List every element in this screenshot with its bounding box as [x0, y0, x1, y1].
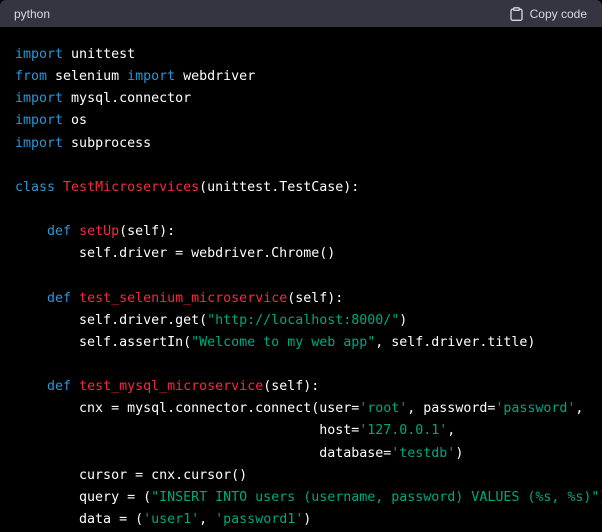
- code-body: import unittest from selenium import webd…: [0, 27, 602, 531]
- code-line: database='testdb'): [15, 443, 602, 465]
- code-text-token: , password=: [407, 401, 496, 417]
- code-text-token: ): [303, 511, 312, 527]
- code-line: def setUp(self):: [15, 221, 602, 243]
- string-token: 'password1': [215, 511, 304, 527]
- code-text-token: mysql.connector: [63, 91, 192, 107]
- code-line: host='127.0.0.1',: [15, 420, 602, 442]
- code-text-token: webdriver: [175, 69, 256, 85]
- keyword-token: from: [15, 69, 48, 85]
- string-token: 'testdb': [391, 445, 456, 461]
- code-text-token: query = (: [15, 489, 152, 505]
- string-token: 'root': [359, 401, 408, 417]
- code-text-token: os: [63, 113, 88, 129]
- function-name-token: test_mysql_microservice: [79, 379, 264, 395]
- code-text-token: data = (: [15, 511, 144, 527]
- function-name-token: test_selenium_microservice: [79, 290, 288, 306]
- keyword-token: class: [15, 179, 56, 195]
- code-text-token: selenium: [47, 69, 128, 85]
- string-token: "Welcome to my web app": [191, 334, 376, 350]
- function-name-token: setUp: [79, 224, 120, 240]
- code-text-token: cursor = cnx.cursor(): [15, 467, 248, 483]
- code-line: import os: [15, 110, 602, 132]
- keyword-token: def: [47, 224, 72, 240]
- code-text-token: (self):: [263, 379, 320, 395]
- code-line: class TestMicroservices(unittest.TestCas…: [15, 177, 602, 199]
- code-text-token: ,: [447, 423, 456, 439]
- code-text-token: host=: [15, 423, 360, 439]
- code-text-token: ,: [575, 401, 584, 417]
- code-text-token: subprocess: [63, 135, 152, 151]
- code-block-header: python Copy code: [0, 0, 602, 27]
- keyword-token: import: [15, 135, 64, 151]
- code-text-token: unittest: [63, 47, 136, 62]
- keyword-token: import: [15, 47, 64, 62]
- clipboard-icon: [509, 6, 523, 21]
- code-line: import unittest: [15, 44, 602, 66]
- code-text-token: (unittest.TestCase):: [199, 179, 360, 195]
- code-text-token: ): [399, 312, 408, 328]
- keyword-token: def: [47, 290, 72, 306]
- keyword-token: import: [127, 69, 176, 85]
- code-line: def test_selenium_microservice(self):: [15, 288, 602, 310]
- code-line: self.driver.get("http://localhost:8000/"…: [15, 310, 602, 332]
- code-text-token: cnx = mysql.connector.connect(user=: [15, 401, 360, 417]
- code-text-token: self.assertIn(: [15, 334, 192, 350]
- code-text-token: ): [455, 445, 464, 461]
- class-name-token: TestMicroservices: [63, 179, 200, 195]
- code-line: def test_mysql_microservice(self):: [15, 376, 602, 398]
- code-line: cnx = mysql.connector.connect(user='root…: [15, 398, 602, 420]
- language-label: python: [14, 6, 51, 21]
- code-line: import mysql.connector: [15, 88, 602, 110]
- code-text-token: (self):: [287, 290, 344, 306]
- string-token: "INSERT INTO users (username, password) …: [151, 489, 600, 505]
- code-line: self.assertIn("Welcome to my web app", s…: [15, 332, 602, 354]
- keyword-token: import: [15, 113, 64, 129]
- code-text-token: (self):: [119, 224, 176, 240]
- code-text-token: self.driver.get(: [15, 312, 208, 328]
- string-token: 'password': [495, 401, 576, 417]
- copy-code-button[interactable]: Copy code: [509, 6, 588, 21]
- code-text-token: database=: [15, 445, 392, 461]
- code-text-token: self.driver = webdriver.Chrome(): [15, 246, 336, 262]
- code-line: self.driver = webdriver.Chrome(): [15, 243, 602, 265]
- keyword-token: def: [47, 379, 72, 395]
- string-token: "http://localhost:8000/": [207, 312, 400, 328]
- keyword-token: import: [15, 91, 64, 107]
- string-token: 'user1': [143, 511, 200, 527]
- code-text-token: , self.driver.title): [375, 334, 536, 350]
- code-text-token: ,: [199, 511, 216, 527]
- code-line: cursor = cnx.cursor(): [15, 465, 602, 487]
- code-line: query = ("INSERT INTO users (username, p…: [15, 487, 602, 509]
- string-token: '127.0.0.1': [359, 423, 448, 439]
- code-line: data = ('user1', 'password1'): [15, 509, 602, 531]
- code-line: import subprocess: [15, 133, 602, 155]
- copy-code-label: Copy code: [529, 6, 587, 21]
- code-block-window: python Copy code import unittest from sel…: [0, 0, 602, 532]
- code-line: from selenium import webdriver: [15, 66, 602, 88]
